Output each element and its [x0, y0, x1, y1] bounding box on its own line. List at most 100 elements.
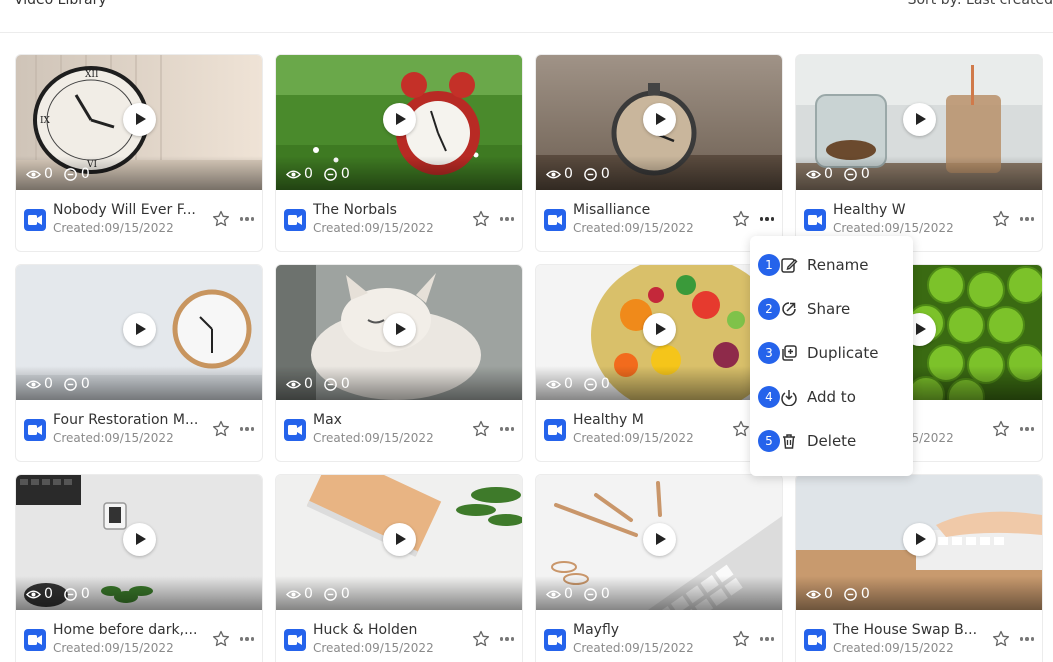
video-card[interactable]: 0 0 Mayfly Created:09/15/2022: [535, 474, 783, 662]
created-date: Created:09/15/2022: [313, 641, 434, 655]
video-card[interactable]: 0 0 Max Created:09/15/2022: [275, 264, 523, 462]
menu-item-duplicate[interactable]: 3 Duplicate: [750, 334, 913, 374]
more-options-button[interactable]: [497, 210, 517, 228]
video-thumbnail[interactable]: 0 0: [796, 475, 1042, 610]
video-camera-icon: [804, 209, 826, 231]
views-stat: 0: [546, 166, 573, 182]
play-button[interactable]: [903, 523, 936, 556]
video-title[interactable]: Mayfly: [573, 622, 723, 638]
comment-icon: [584, 377, 597, 391]
comments-stat: 0: [583, 376, 610, 392]
play-button[interactable]: [123, 103, 156, 136]
more-options-button[interactable]: [1017, 210, 1037, 228]
video-title[interactable]: Misalliance: [573, 202, 723, 218]
play-button[interactable]: [383, 103, 416, 136]
menu-item-share[interactable]: 2 Share: [750, 290, 913, 330]
eye-icon: [806, 590, 821, 598]
video-title[interactable]: Home before dark,...: [53, 622, 203, 638]
more-options-button[interactable]: [757, 630, 777, 648]
video-thumbnail[interactable]: 0 0: [276, 475, 522, 610]
video-card[interactable]: 0 0 Home before dark,... Created:09/15/2…: [15, 474, 263, 662]
star-icon[interactable]: [212, 210, 230, 228]
star-icon[interactable]: [992, 210, 1010, 228]
menu-item-label: Share: [807, 300, 851, 318]
eye-icon: [26, 380, 41, 388]
video-thumbnail[interactable]: 0 0: [276, 55, 522, 190]
play-button[interactable]: [383, 523, 416, 556]
comments-stat: 0: [323, 166, 350, 182]
play-button[interactable]: [643, 313, 676, 346]
menu-item-rename[interactable]: 1 Rename: [750, 246, 913, 286]
video-thumbnail[interactable]: 0 0: [276, 265, 522, 400]
video-thumbnail[interactable]: 0 0: [16, 475, 262, 610]
video-thumbnail[interactable]: 0 0: [536, 55, 782, 190]
menu-item-add-to[interactable]: 4 Add to: [750, 378, 913, 418]
video-title[interactable]: Max: [313, 412, 463, 428]
video-thumbnail[interactable]: 0 0: [536, 265, 782, 400]
video-card[interactable]: XIIIIIVIIX 0 0 Nobody Will Ever F... Cre…: [15, 54, 263, 252]
play-button[interactable]: [123, 313, 156, 346]
star-icon[interactable]: [732, 630, 750, 648]
video-title[interactable]: The House Swap B...: [833, 622, 983, 638]
video-title[interactable]: Healthy W: [833, 202, 983, 218]
menu-item-delete[interactable]: 5 Delete: [750, 422, 913, 462]
more-options-button[interactable]: [1017, 630, 1037, 648]
video-thumbnail[interactable]: 0 0: [536, 475, 782, 610]
video-card[interactable]: 0 0 Misalliance Created:09/15/2022: [535, 54, 783, 252]
video-camera-icon: [544, 419, 566, 441]
play-button[interactable]: [643, 523, 676, 556]
edit-icon: [781, 258, 798, 273]
video-card[interactable]: 0 0 Healthy M Created:09/15/2022: [535, 264, 783, 462]
video-thumbnail[interactable]: 0 0: [796, 55, 1042, 190]
page-title: Video Library: [14, 0, 107, 8]
more-options-button[interactable]: [757, 210, 777, 228]
video-card[interactable]: 0 0 Four Restoration M... Created:09/15/…: [15, 264, 263, 462]
video-title[interactable]: The Norbals: [313, 202, 463, 218]
star-icon[interactable]: [472, 630, 490, 648]
play-button[interactable]: [123, 523, 156, 556]
comments-count: 0: [340, 376, 350, 392]
play-button[interactable]: [383, 313, 416, 346]
star-icon[interactable]: [212, 630, 230, 648]
video-title[interactable]: Healthy M: [573, 412, 723, 428]
play-button[interactable]: [643, 103, 676, 136]
comment-icon: [324, 587, 337, 601]
video-thumbnail[interactable]: 0 0: [16, 265, 262, 400]
more-options-button[interactable]: [1017, 420, 1037, 438]
video-card[interactable]: 0 0 The Norbals Created:09/15/2022: [275, 54, 523, 252]
star-icon[interactable]: [472, 210, 490, 228]
star-icon[interactable]: [732, 210, 750, 228]
video-camera-icon: [284, 419, 306, 441]
star-icon[interactable]: [212, 420, 230, 438]
star-icon[interactable]: [472, 420, 490, 438]
created-date: Created:09/15/2022: [573, 221, 694, 235]
video-title[interactable]: Four Restoration M...: [53, 412, 203, 428]
star-icon[interactable]: [992, 420, 1010, 438]
video-card[interactable]: 0 0 Healthy W Created:09/15/2022: [795, 54, 1043, 252]
video-info: The House Swap B... Created:09/15/2022: [796, 610, 1042, 662]
more-options-button[interactable]: [497, 630, 517, 648]
star-icon[interactable]: [992, 630, 1010, 648]
views-stat: 0: [546, 586, 573, 602]
created-date: Created:09/15/2022: [833, 221, 954, 235]
video-card[interactable]: 0 0 The House Swap B... Created:09/15/20…: [795, 474, 1043, 662]
comments-count: 0: [80, 586, 90, 602]
views-count: 0: [824, 586, 833, 602]
more-options-button[interactable]: [237, 420, 257, 438]
more-options-button[interactable]: [497, 420, 517, 438]
more-options-button[interactable]: [237, 630, 257, 648]
play-button[interactable]: [903, 103, 936, 136]
views-stat: 0: [26, 586, 53, 602]
video-thumbnail[interactable]: XIIIIIVIIX 0 0: [16, 55, 262, 190]
video-info: Four Restoration M... Created:09/15/2022: [16, 400, 262, 461]
step-badge: 3: [758, 342, 780, 364]
comments-count: 0: [860, 586, 870, 602]
more-options-button[interactable]: [237, 210, 257, 228]
video-title[interactable]: Huck & Holden: [313, 622, 463, 638]
video-card[interactable]: 0 0 Huck & Holden Created:09/15/2022: [275, 474, 523, 662]
sort-dropdown[interactable]: Sort by: Last created: [908, 0, 1053, 8]
comments-count: 0: [80, 376, 90, 392]
video-title[interactable]: Nobody Will Ever F...: [53, 202, 203, 218]
views-count: 0: [564, 586, 573, 602]
star-icon[interactable]: [732, 420, 750, 438]
